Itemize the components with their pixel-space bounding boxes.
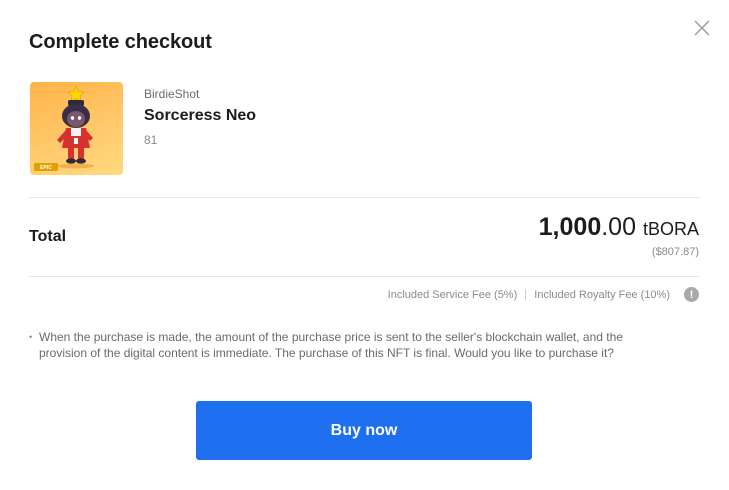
item-summary: EPIC BirdieShot Sorceress Neo 81	[30, 82, 630, 176]
notice-text: When the purchase is made, the amount of…	[39, 330, 623, 360]
price-decimal: .00	[601, 213, 636, 241]
checkout-dialog: Complete checkout EPIC BirdieShot Sorcer…	[0, 0, 729, 490]
total-price: 1,000.00 tBORA	[539, 213, 699, 242]
price-currency: tBORA	[642, 219, 699, 239]
collection-name: BirdieShot	[144, 87, 200, 101]
notice-bullet: •	[29, 332, 33, 342]
service-fee-label: Included Service Fee (5%)	[387, 288, 518, 301]
token-id: 81	[144, 133, 158, 147]
royalty-fee-label: Included Royalty Fee (10%)	[534, 288, 670, 301]
purchase-notice: • When the purchase is made, the amount …	[29, 329, 669, 361]
divider	[29, 276, 700, 277]
divider	[29, 197, 700, 198]
dialog-title: Complete checkout	[29, 31, 212, 53]
fee-summary: Included Service Fee (5%) Included Royal…	[388, 287, 699, 302]
buy-now-button[interactable]: Buy now	[196, 401, 532, 460]
total-label: Total	[29, 228, 67, 245]
rarity-badge: EPIC	[40, 165, 52, 171]
price-usd: ($807.87)	[651, 246, 699, 258]
item-thumbnail: EPIC	[30, 82, 123, 175]
close-icon[interactable]	[692, 18, 712, 38]
price-integer: 1,000	[538, 213, 602, 241]
info-icon[interactable]: !	[684, 287, 699, 302]
fee-separator	[525, 289, 527, 300]
item-name: Sorceress Neo	[144, 107, 257, 124]
